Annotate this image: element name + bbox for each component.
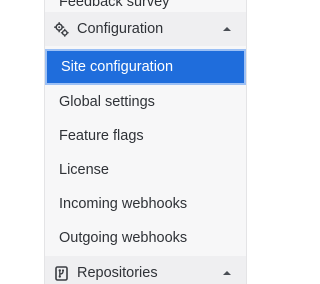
sidebar-item-label: Outgoing webhooks — [59, 230, 188, 246]
sidebar-item-label: Incoming webhooks — [59, 196, 188, 212]
sidebar-item-label: Site configuration — [61, 59, 174, 75]
sidebar-item-global-settings[interactable]: Global settings — [45, 85, 246, 119]
sidebar-item-label: License — [59, 162, 109, 178]
sidebar-item-feedback-survey[interactable]: Feedback survey — [45, 0, 246, 10]
caret-up-icon[interactable] — [222, 268, 232, 278]
admin-page: Feedback survey Configuration Site confi… — [0, 0, 274, 284]
admin-sidebar: Feedback survey Configuration Site confi… — [44, 0, 247, 284]
section-configuration-label: Configuration — [77, 21, 164, 37]
sidebar-item-feature-flags[interactable]: Feature flags — [45, 119, 246, 153]
repository-icon — [53, 265, 69, 281]
sidebar-item-outgoing-webhooks[interactable]: Outgoing webhooks — [45, 221, 246, 255]
sidebar-item-license[interactable]: License — [45, 153, 246, 187]
gears-icon — [53, 21, 69, 37]
sidebar-item-incoming-webhooks[interactable]: Incoming webhooks — [45, 187, 246, 221]
sidebar-item-label: Feedback survey — [59, 0, 170, 10]
sidebar-item-label: Global settings — [59, 94, 155, 110]
section-repositories-label: Repositories — [77, 265, 158, 281]
sidebar-item-site-configuration[interactable]: Site configuration — [45, 49, 246, 85]
sidebar-item-label: Feature flags — [59, 128, 144, 144]
caret-up-icon[interactable] — [222, 24, 232, 34]
section-configuration[interactable]: Configuration — [45, 12, 246, 46]
section-repositories[interactable]: Repositories — [45, 256, 246, 284]
